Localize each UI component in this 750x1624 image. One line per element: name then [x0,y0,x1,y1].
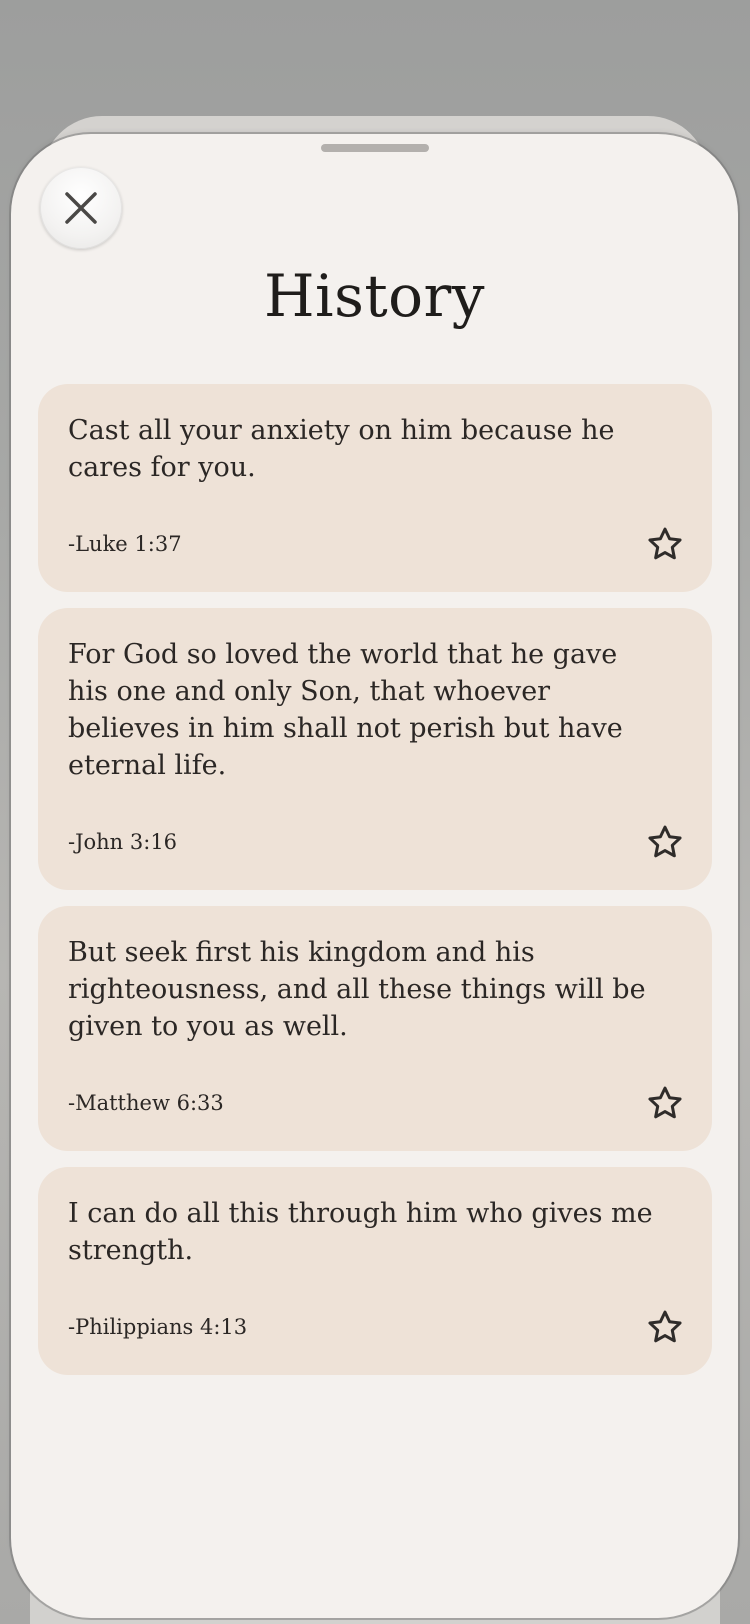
history-list: Cast all your anxiety on him because he … [38,384,712,1391]
verse-reference: -John 3:16 [68,830,178,854]
verse-text: For God so loved the world that he gave … [68,639,623,781]
verse-card-footer: -Philippians 4:13 [68,1307,682,1347]
star-outline-icon [648,1310,682,1343]
close-icon [65,192,97,224]
verse-card[interactable]: But seek first his kingdom and his right… [38,906,712,1151]
verse-card-footer: -Luke 1:37 [68,524,682,564]
close-button[interactable] [40,167,122,249]
verse-reference: -Matthew 6:33 [68,1091,224,1115]
favorite-button[interactable] [644,1306,686,1348]
verse-reference: -Luke 1:37 [68,532,182,556]
verse-text: Cast all your anxiety on him because he … [68,415,615,483]
verse-card[interactable]: I can do all this through him who gives … [38,1167,712,1375]
verse-text: But seek first his kingdom and his right… [68,937,646,1042]
star-outline-icon [648,1086,682,1119]
verse-text: I can do all this through him who gives … [68,1198,653,1266]
favorite-button[interactable] [644,821,686,863]
verse-card-footer: -John 3:16 [68,822,682,862]
star-outline-icon [648,527,682,560]
verse-card-footer: -Matthew 6:33 [68,1083,682,1123]
page-title: History [263,262,486,330]
history-sheet: History Cast all your anxiety on him bec… [11,134,738,1618]
favorite-button[interactable] [644,523,686,565]
verse-reference: -Philippians 4:13 [68,1315,248,1339]
verse-card[interactable]: For God so loved the world that he gave … [38,608,712,890]
sheet-grabber[interactable] [321,144,429,152]
favorite-button[interactable] [644,1082,686,1124]
star-outline-icon [648,825,682,858]
verse-card[interactable]: Cast all your anxiety on him because he … [38,384,712,592]
